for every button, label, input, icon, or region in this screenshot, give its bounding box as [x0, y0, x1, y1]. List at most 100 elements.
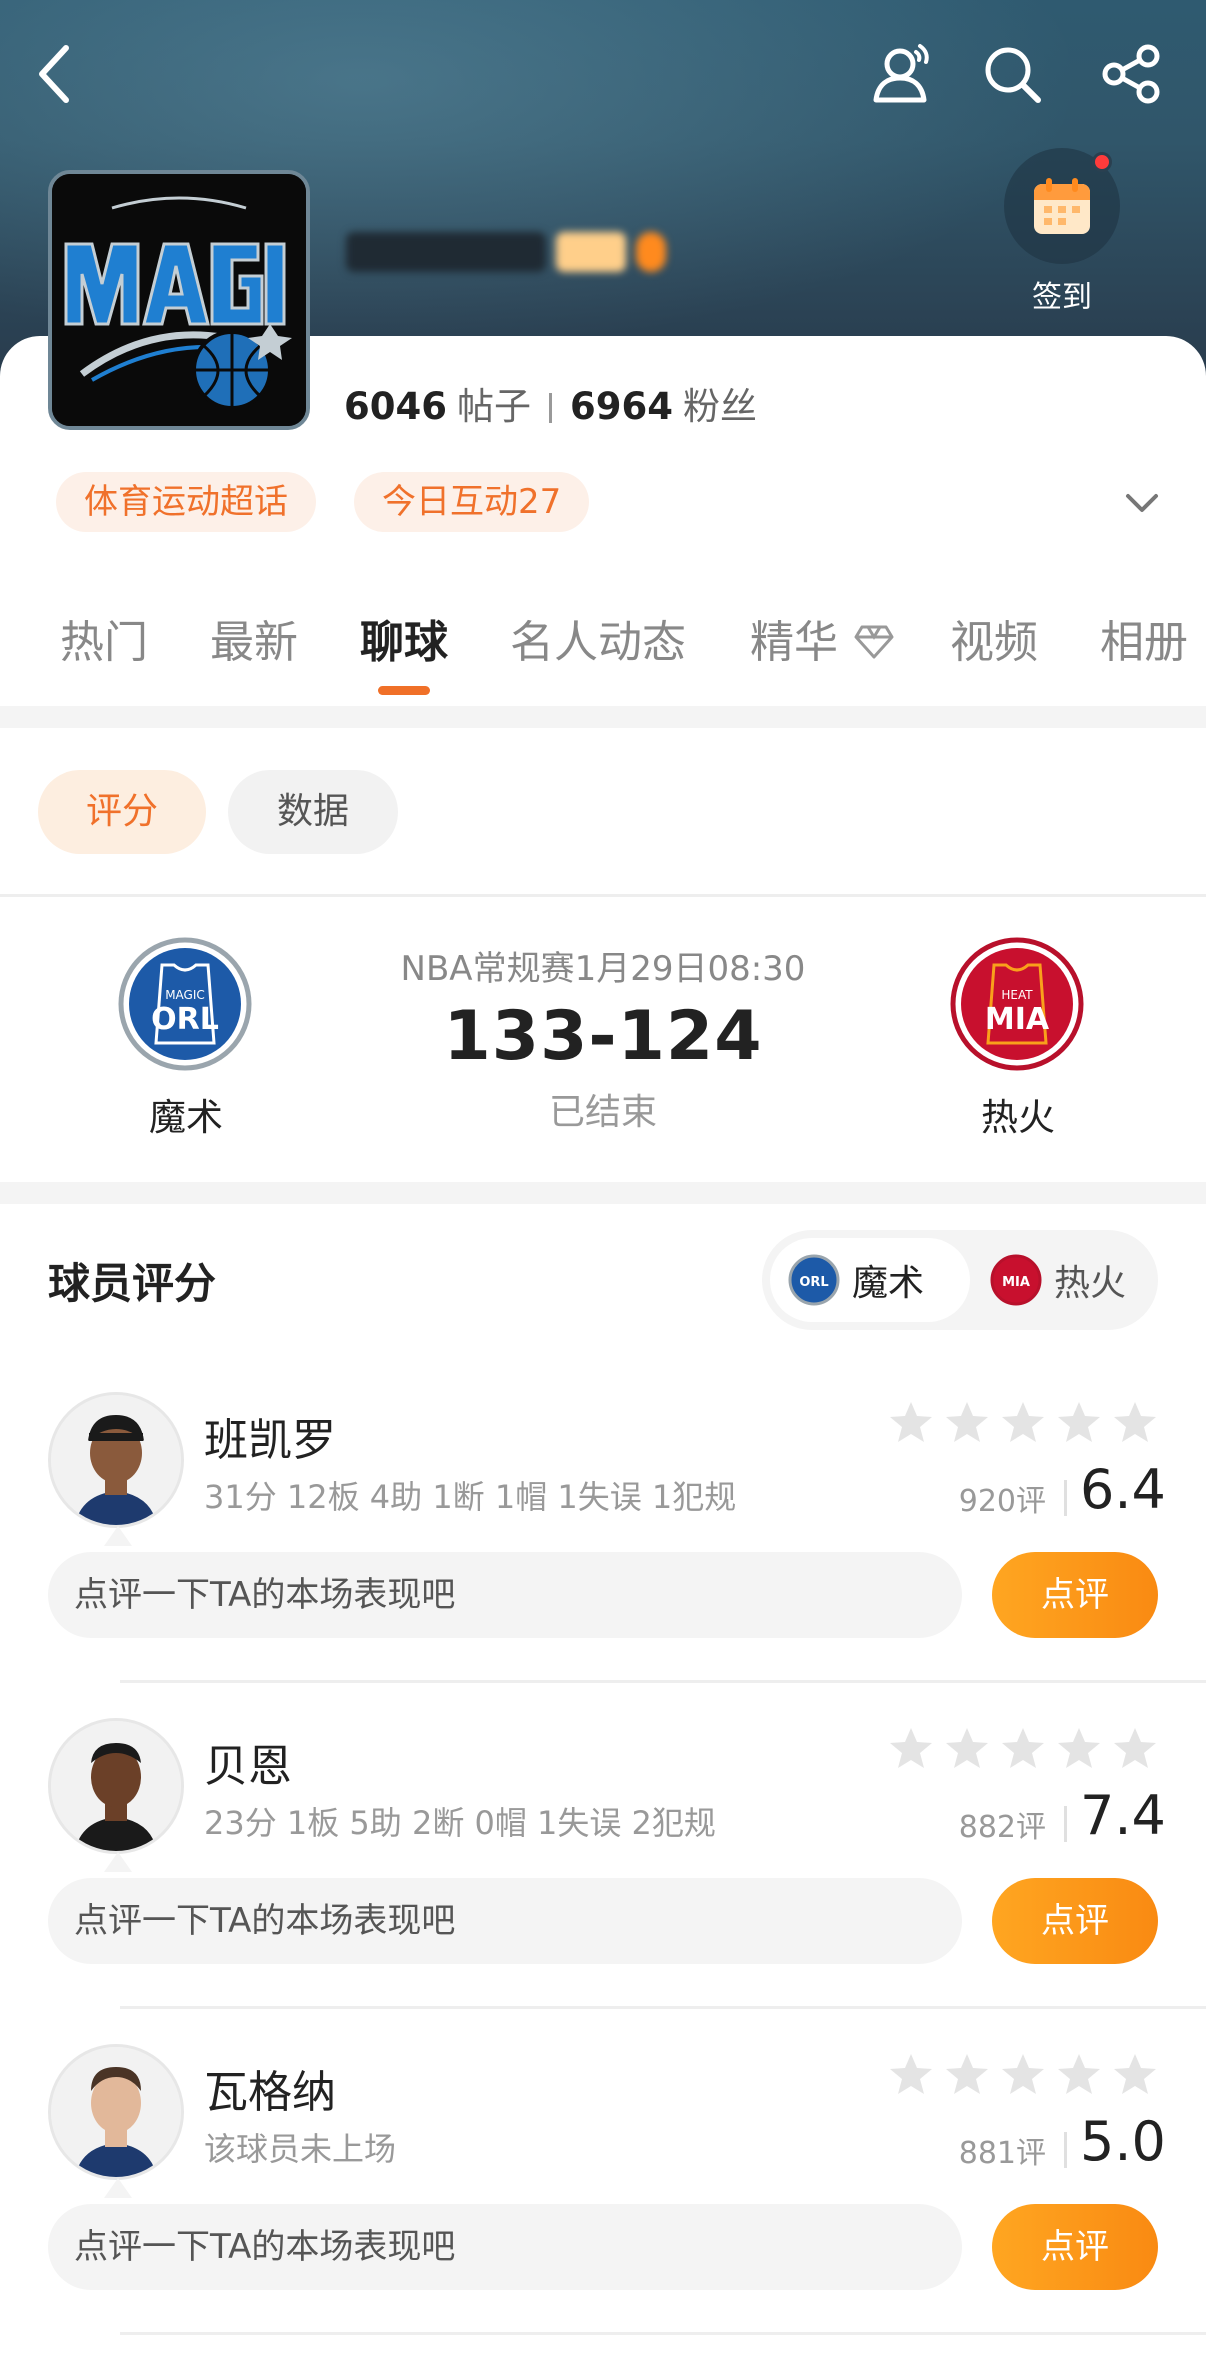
- rating-separator: [1064, 1480, 1067, 1516]
- player-row: 贝恩 23分 1板 5助 2断 0帽 1失误 2犯规 882评 7.4 点评一下…: [0, 1718, 1206, 2044]
- tab-album[interactable]: 相册: [1100, 606, 1188, 670]
- star-icon: [946, 2054, 988, 2094]
- player-row: 班凯罗 31分 12板 4助 1断 1帽 1失误 1犯规 920评 6.4 点评…: [0, 1392, 1206, 1718]
- orl-mini-logo: ORL: [788, 1254, 840, 1306]
- team-option-magic-label: 魔术: [852, 1263, 925, 1304]
- share-button[interactable]: [1096, 38, 1168, 110]
- checkin-label: 签到: [1032, 280, 1092, 315]
- voice-room-button[interactable]: [868, 38, 940, 110]
- star-icon: [890, 1728, 932, 1768]
- match-score: 133-124: [443, 997, 763, 1076]
- chevron-down-icon: [1126, 494, 1158, 512]
- team-option-heat[interactable]: MIA 热火: [972, 1238, 1152, 1322]
- back-button[interactable]: [20, 38, 92, 110]
- mia-logo-text: MIA: [985, 1002, 1050, 1037]
- orl-mini-text: ORL: [799, 1275, 828, 1290]
- rating-separator: [1064, 1806, 1067, 1842]
- player-avatar[interactable]: [48, 2044, 184, 2180]
- search-icon: [985, 47, 1041, 103]
- rating-score: 7.4: [1080, 1784, 1166, 1847]
- star-icon: [1114, 2054, 1156, 2094]
- star-icon: [1114, 1728, 1156, 1768]
- match-status: 已结束: [548, 1092, 657, 1133]
- row-divider: [120, 2332, 1206, 2335]
- star-icon: [1058, 2054, 1100, 2094]
- star-icon: [1002, 1402, 1044, 1442]
- star-icon: [1002, 1728, 1044, 1768]
- comment-input[interactable]: 点评一下TA的本场表现吧: [48, 2204, 962, 2290]
- tag-supertopic[interactable]: 体育运动超话: [56, 472, 316, 532]
- community-avatar: [48, 170, 310, 430]
- tab-featured-label: 精华: [750, 617, 838, 668]
- back-arrow-icon: [39, 45, 69, 103]
- team-option-magic[interactable]: ORL 魔术: [770, 1238, 970, 1322]
- rating-stars[interactable]: [888, 2052, 1168, 2096]
- player-stats: 该球员未上场: [204, 2130, 397, 2168]
- ratings-title: 球员评分: [48, 1259, 217, 1308]
- tag-interaction[interactable]: 今日互动27: [354, 472, 590, 532]
- orl-logo-text: ORL: [151, 1002, 219, 1037]
- match-info: NBA常规赛1月29日08:30: [400, 949, 806, 989]
- posts-unit: 帖子: [456, 385, 531, 428]
- comment-button[interactable]: 点评: [992, 1552, 1158, 1638]
- section-divider-2: [0, 1182, 1206, 1204]
- tab-bar: 热门 最新 聊球 名人动态 精华 视频 相册: [0, 606, 1206, 696]
- fans-count: 6964: [569, 385, 673, 428]
- star-icon: [1058, 1728, 1100, 1768]
- team-option-heat-label: 热火: [1054, 1263, 1127, 1304]
- rating-stars[interactable]: [888, 1726, 1168, 1770]
- tab-hot[interactable]: 热门: [60, 606, 148, 670]
- comment-input[interactable]: 点评一下TA的本场表现吧: [48, 1552, 962, 1638]
- player-photo: [51, 1721, 181, 1851]
- rating-stars[interactable]: [888, 1400, 1168, 1444]
- player-name: 班凯罗: [204, 1415, 336, 1466]
- tab-video[interactable]: 视频: [950, 606, 1038, 670]
- mia-logo-sub: HEAT: [1001, 988, 1033, 1002]
- star-icon: [890, 1402, 932, 1442]
- rating-count: 881评: [958, 2136, 1046, 2171]
- comment-caret: [104, 1852, 132, 1872]
- player-stats: 31分 12板 4助 1断 1帽 1失误 1犯规: [204, 1478, 737, 1516]
- player-row: 瓦格纳 该球员未上场 881评 5.0 点评一下TA的本场表现吧 点评: [0, 2044, 1206, 2360]
- rating-count: 920评: [958, 1484, 1046, 1519]
- player-stats: 23分 1板 5助 2断 0帽 1失误 2犯规: [204, 1804, 716, 1842]
- checkin-button[interactable]: 签到: [1000, 148, 1124, 316]
- notification-dot: [1092, 152, 1112, 172]
- active-tab-indicator: [378, 686, 430, 695]
- diamond-icon: [854, 625, 894, 659]
- team-switch: ORL 魔术 MIA 热火: [762, 1230, 1158, 1330]
- player-avatar[interactable]: [48, 1392, 184, 1528]
- away-team-name: 热火: [981, 1096, 1055, 1139]
- player-name: 贝恩: [204, 1741, 292, 1792]
- rating-score: 5.0: [1080, 2110, 1166, 2173]
- community-stats: 6046 帖子 6964 粉丝: [344, 376, 757, 430]
- orlando-magic-logo: [52, 174, 306, 426]
- mia-mini-text: MIA: [1002, 1275, 1030, 1290]
- tab-chat-ball[interactable]: 聊球: [360, 606, 448, 670]
- rating-score: 6.4: [1080, 1458, 1166, 1521]
- section-divider: [0, 706, 1206, 728]
- tab-featured[interactable]: 精华: [750, 606, 896, 670]
- row-divider: [120, 1680, 1206, 1683]
- search-button[interactable]: [976, 38, 1048, 110]
- match-card[interactable]: MAGIC ORL 魔术 NBA常规赛1月29日08:30 133-124 已结…: [0, 897, 1206, 1197]
- mia-team-logo: HEAT MIA: [950, 937, 1084, 1071]
- share-icon: [1102, 44, 1160, 104]
- home-team-name: 魔术: [149, 1096, 223, 1139]
- comment-button[interactable]: 点评: [992, 2204, 1158, 2290]
- orl-logo-sub: MAGIC: [165, 988, 205, 1002]
- row-divider: [120, 2006, 1206, 2009]
- filter-data[interactable]: 数据: [228, 770, 398, 854]
- tab-latest[interactable]: 最新: [210, 606, 298, 670]
- star-icon: [1002, 2054, 1044, 2094]
- filter-rating[interactable]: 评分: [38, 770, 206, 854]
- comment-button[interactable]: 点评: [992, 1878, 1158, 1964]
- tab-celebrity[interactable]: 名人动态: [510, 606, 686, 670]
- star-icon: [1114, 1402, 1156, 1442]
- comment-input[interactable]: 点评一下TA的本场表现吧: [48, 1878, 962, 1964]
- comment-caret: [104, 1526, 132, 1546]
- orl-team-logo: MAGIC ORL: [118, 937, 252, 1071]
- player-photo: [51, 1395, 181, 1525]
- expand-button[interactable]: [1118, 478, 1166, 526]
- player-avatar[interactable]: [48, 1718, 184, 1854]
